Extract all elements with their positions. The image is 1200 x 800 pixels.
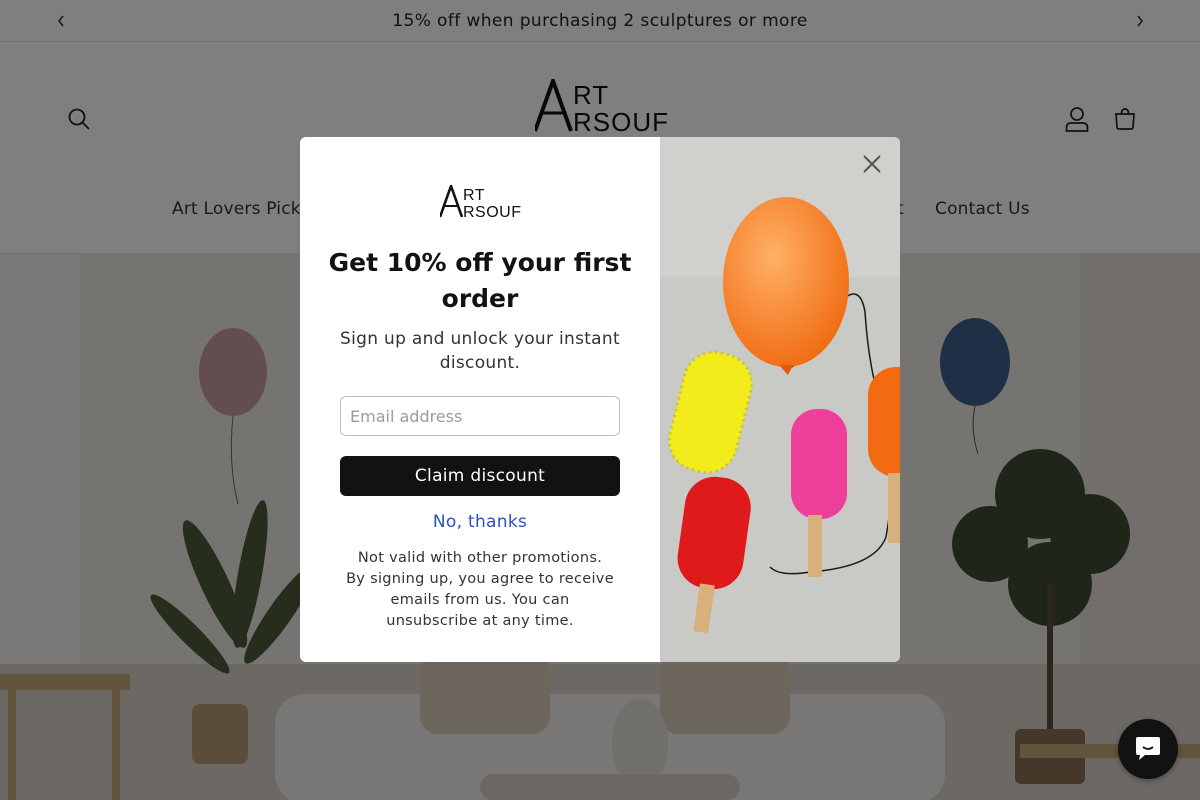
popup-logo: RT RSOUF bbox=[438, 182, 522, 223]
svg-text:RT: RT bbox=[463, 187, 485, 204]
art-arsouf-logo-small: RT RSOUF bbox=[438, 182, 522, 221]
close-icon[interactable] bbox=[856, 148, 888, 180]
claim-discount-button[interactable]: Claim discount bbox=[340, 456, 620, 496]
popup-title: Get 10% off your first order bbox=[328, 248, 632, 313]
popup-image bbox=[660, 137, 900, 662]
chat-button[interactable] bbox=[1118, 719, 1178, 779]
fine-print-line: unsubscribe at any time. bbox=[386, 613, 574, 629]
popup-form-panel: RT RSOUF Get 10% off your first order Si… bbox=[300, 137, 660, 662]
no-thanks-link[interactable]: No, thanks bbox=[380, 512, 580, 532]
email-input[interactable] bbox=[340, 396, 620, 436]
discount-popup: RT RSOUF Get 10% off your first order Si… bbox=[300, 137, 900, 662]
fine-print-line: By signing up, you agree to receive bbox=[346, 571, 614, 587]
svg-text:RSOUF: RSOUF bbox=[463, 204, 522, 219]
fine-print-line: Not valid with other promotions. bbox=[357, 550, 603, 566]
fine-print-line: emails from us. You can bbox=[390, 592, 570, 608]
popup-subtitle-line: Sign up and unlock your instant bbox=[340, 329, 620, 349]
popup-subtitle: Sign up and unlock your instant discount… bbox=[330, 327, 630, 375]
popup-subtitle-line: discount. bbox=[439, 353, 521, 373]
popup-fine-print: Not valid with other promotions. By sign… bbox=[340, 548, 620, 632]
balloon-popsicle-artwork bbox=[660, 137, 900, 662]
chat-icon bbox=[1136, 737, 1160, 760]
